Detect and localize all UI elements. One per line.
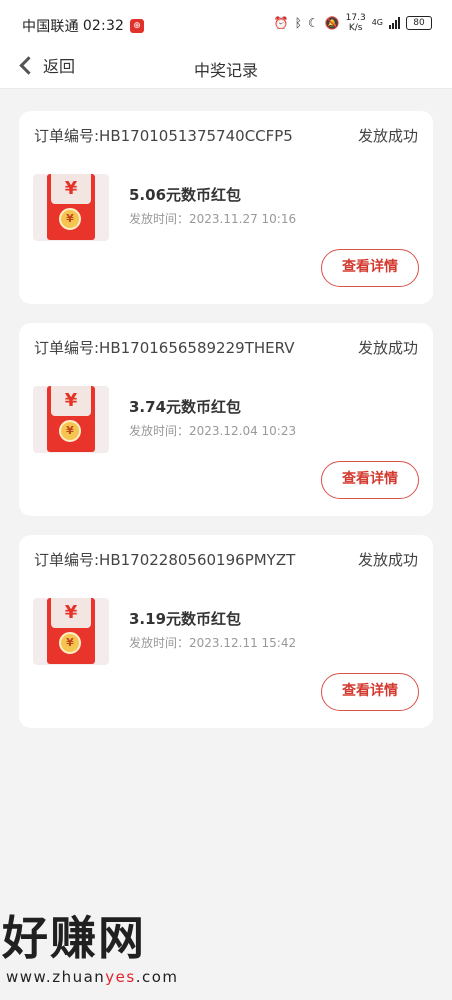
battery-icon: 80 [406,16,432,30]
site-watermark: 好赚网 www.zhuanyes.com [0,910,200,986]
red-packet-icon: ¥ ¥ [47,174,95,240]
carrier-name: 中国联通 [22,19,79,35]
prize-name: 3.19元数币红包 [129,610,242,628]
red-packet-image: ¥ ¥ [33,598,109,665]
network-speed-unit: K/s [348,23,363,33]
watermark-url-prefix: www.zhuan [6,968,106,986]
network-speed: 17.3 K/s [346,13,366,33]
status-label: 发放成功 [357,339,418,357]
red-packet-image: ¥ ¥ [33,174,109,241]
network-type: 4G [371,18,383,27]
battery-level: 80 [413,18,425,28]
bank-notification-icon: ⊕ [130,19,145,33]
red-packet-image: ¥ ¥ [33,386,109,453]
view-details-button[interactable]: 查看详情 [321,249,419,287]
prize-name: 5.06元数币红包 [129,186,242,204]
bluetooth-icon: ᛒ [294,16,302,30]
status-right: ⏰ ᛒ ☾ 🔕 17.3 K/s 4G 80 [274,13,432,33]
status-label: 发放成功 [357,551,418,569]
watermark-brand: 好赚网 [2,911,146,965]
issue-time: 发放时间：2023.12.04 10:23 [129,424,297,438]
issue-time: 发放时间：2023.12.11 15:42 [129,636,297,650]
mute-icon: 🔕 [324,16,340,30]
order-number: 订单编号:HB1701051375740CCFP5 [34,127,293,145]
order-number: 订单编号:HB1701656589229THERV [34,339,295,357]
record-card: 订单编号:HB1701051375740CCFP5 发放成功 ¥ ¥ 5.06元… [19,111,433,304]
watermark-url: www.zhuanyes.com [0,968,200,986]
view-details-button[interactable]: 查看详情 [321,461,419,499]
signal-icon [389,17,400,29]
view-details-button[interactable]: 查看详情 [321,673,419,711]
prize-name: 3.74元数币红包 [129,398,242,416]
red-packet-icon: ¥ ¥ [47,386,95,452]
clock: 02:32 [82,18,125,34]
record-card: 订单编号:HB1701656589229THERV 发放成功 ¥ ¥ 3.74元… [19,323,433,516]
moon-icon: ☾ [307,16,319,30]
watermark-url-highlight: yes [105,968,136,986]
record-card: 订单编号:HB1702280560196PMYZT 发放成功 ¥ ¥ 3.19元… [19,535,433,728]
status-label: 发放成功 [357,127,418,145]
page-title: 中奖记录 [193,61,258,80]
issue-time: 发放时间：2023.11.27 10:16 [129,212,297,226]
status-bar: 中国联通 02:32 ⊕ ⏰ ᛒ ☾ 🔕 17.3 K/s 4G 80 [0,0,452,48]
network-speed-value: 17.3 [345,13,366,23]
nav-bar: 返回 中奖记录 [0,48,452,89]
status-left: 中国联通 02:32 ⊕ [22,16,145,36]
watermark-url-suffix: .com [135,968,179,986]
alarm-icon: ⏰ [273,16,289,30]
red-packet-icon: ¥ ¥ [47,598,95,664]
order-number: 订单编号:HB1702280560196PMYZT [34,551,296,569]
